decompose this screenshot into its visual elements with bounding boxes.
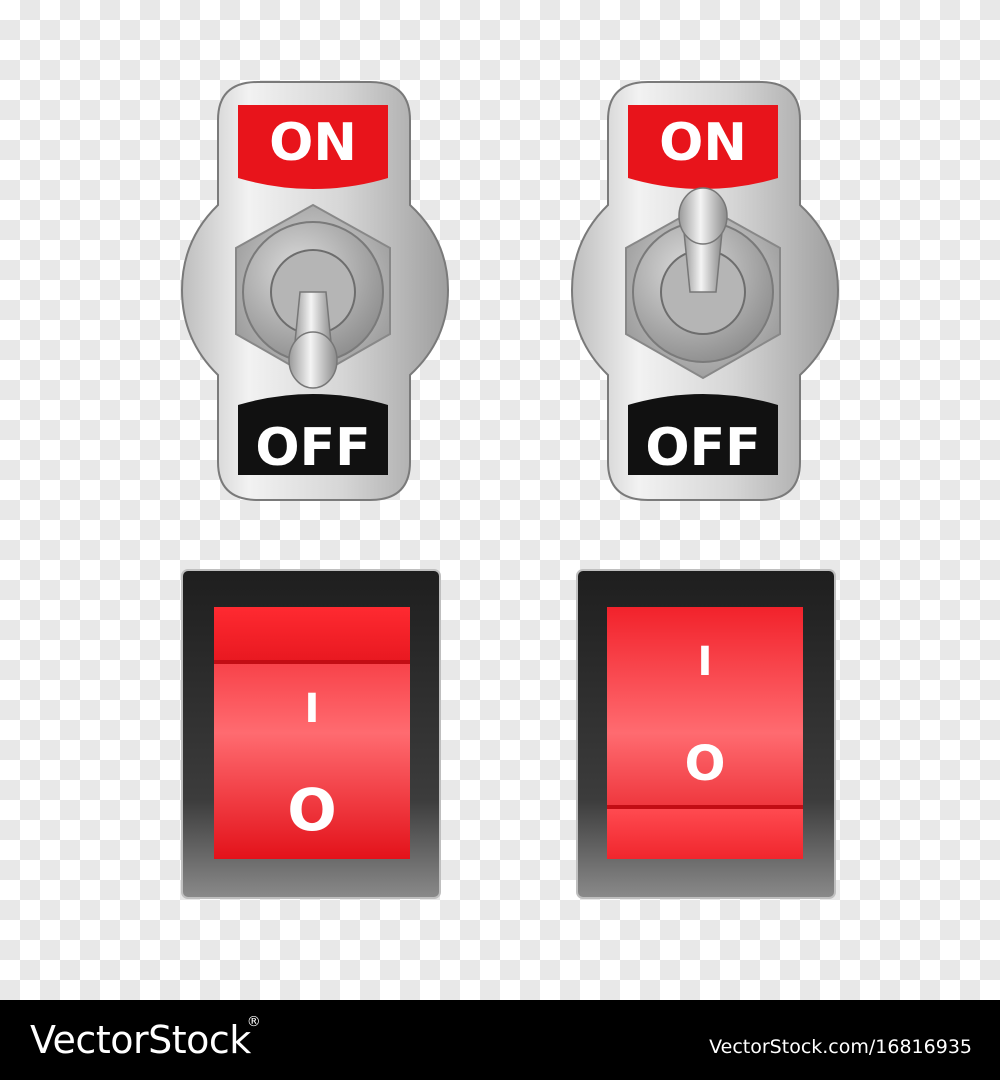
rocker-switch-on[interactable]: I O [576,569,836,899]
rocker-switch-off[interactable]: I O [181,569,441,899]
rocker-band-edge [214,660,410,664]
switches-artwork: ON OFF ON OFF I O I O [180,81,840,899]
watermark-url: VectorStock.com/16816935 [709,1036,972,1058]
watermark-logo-mark: ® [246,1014,261,1030]
off-symbol: O [685,736,726,792]
on-label: ON [659,113,747,173]
rocker-band-edge [607,805,803,809]
off-label: OFF [645,418,760,478]
toggle-switch-on[interactable]: ON OFF [570,81,840,501]
lever-tip [288,331,338,389]
off-label: OFF [255,418,370,478]
watermark-logo-text: VectorStock [30,1018,251,1062]
on-symbol: I [698,639,713,685]
off-symbol: O [287,776,336,844]
watermark-bar: VectorStock® VectorStock.com/16816935 [0,1000,1000,1080]
lever-tip [678,187,728,245]
toggle-switch-off[interactable]: ON OFF [180,81,450,501]
rocker-raised-band [607,809,803,859]
watermark-logo: VectorStock® [30,1014,261,1062]
on-symbol: I [305,686,320,732]
on-label: ON [269,113,357,173]
rocker-raised-band [214,607,410,662]
